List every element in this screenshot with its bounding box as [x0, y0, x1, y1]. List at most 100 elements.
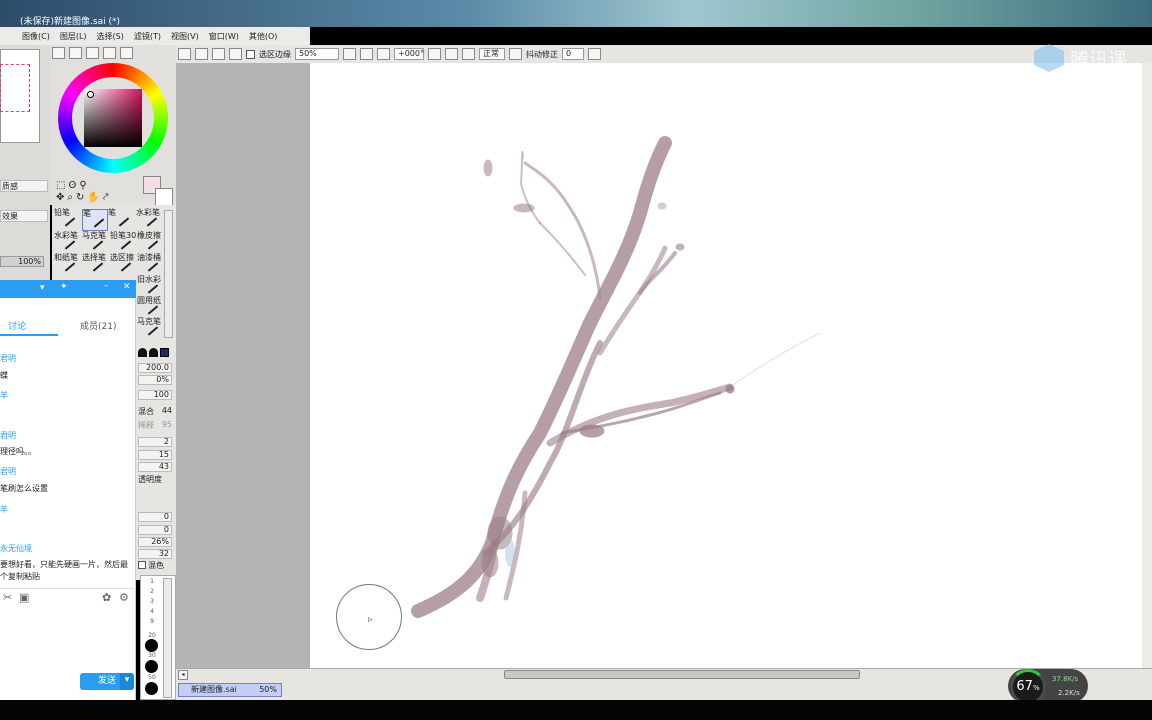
param-field-4[interactable]: 0: [138, 512, 172, 522]
square-brush-shape-icon[interactable]: [160, 348, 169, 357]
send-options-dropdown[interactable]: ▾: [120, 673, 134, 690]
blending-row[interactable]: 混合 44: [138, 406, 172, 416]
param-field-2[interactable]: 15: [138, 450, 172, 460]
tool-select-eraser[interactable]: 选区擦: [110, 254, 140, 276]
minimize-icon[interactable]: –: [104, 281, 109, 291]
zoom-reset-button[interactable]: [377, 48, 390, 60]
effect-select[interactable]: 效果: [0, 210, 48, 222]
param-field-5[interactable]: 0: [138, 525, 172, 535]
tool-eraser[interactable]: 橡皮擦: [137, 232, 167, 254]
tool-pen[interactable]: 笔: [108, 209, 134, 231]
color-wheel-mode-button[interactable]: [52, 47, 65, 59]
image-icon[interactable]: ▣: [19, 591, 29, 604]
invert-button[interactable]: [229, 48, 242, 60]
mix-color-row[interactable]: 混色: [138, 560, 172, 570]
zoom-in-button[interactable]: [360, 48, 373, 60]
file-tab[interactable]: 新建图像.sai 50%: [178, 683, 282, 697]
texture-select[interactable]: 质感: [0, 180, 48, 192]
hsv-slider-mode-button[interactable]: [86, 47, 99, 59]
min-size-field[interactable]: 0%: [138, 375, 172, 385]
menu-image[interactable]: 图像(C): [22, 31, 50, 42]
flat-brush-shape-icon[interactable]: [149, 348, 158, 357]
rotate-tool-icon[interactable]: ↻: [76, 192, 87, 203]
keep-opacity-label[interactable]: 透明度: [138, 474, 172, 484]
tool-washi[interactable]: 和纸笔: [54, 254, 84, 276]
zoom-tool-icon[interactable]: ⌕: [67, 192, 76, 203]
size-preset-4[interactable]: 4: [144, 608, 160, 618]
size-preset-1[interactable]: 1: [144, 578, 160, 588]
dilution-row[interactable]: 稀释 95: [138, 420, 172, 430]
wand-tool-icon[interactable]: ⚲: [79, 180, 89, 191]
background-color-swatch[interactable]: [155, 188, 173, 206]
menu-select[interactable]: 选择(S): [97, 31, 124, 42]
tool-pencil[interactable]: 铅笔: [54, 209, 80, 231]
pin-icon[interactable]: ✦: [60, 282, 68, 292]
vertical-scrollbar[interactable]: [1142, 63, 1152, 668]
tab-members[interactable]: 成员(21): [80, 319, 116, 332]
hand-tool-icon[interactable]: ✋: [87, 192, 102, 203]
menu-view[interactable]: 视图(V): [171, 31, 199, 42]
rotate-left-button[interactable]: [428, 48, 441, 60]
brush-size-field[interactable]: 200.0: [138, 363, 172, 373]
menu-filter[interactable]: 滤镜(T): [134, 31, 161, 42]
param-field-6[interactable]: 26%: [138, 537, 172, 547]
move-tool-icon[interactable]: ✥: [56, 192, 67, 203]
tool-marker-2[interactable]: 马克笔: [137, 318, 167, 340]
tool-pencil-30[interactable]: 铅笔30: [110, 232, 140, 254]
blend-mode-select[interactable]: 正常: [479, 48, 505, 60]
close-icon[interactable]: ✕: [123, 282, 131, 292]
layer-opacity-bar[interactable]: 100%: [0, 256, 44, 267]
chevron-down-icon[interactable]: ▾: [40, 283, 45, 293]
density-field[interactable]: 100: [138, 390, 172, 400]
menu-layer[interactable]: 图层(L): [60, 31, 87, 42]
scroll-left-button[interactable]: ◂: [178, 670, 188, 680]
gear-icon[interactable]: ⚙: [119, 591, 129, 604]
tool-select-pen[interactable]: 选择笔: [82, 254, 112, 276]
rotate-reset-button[interactable]: [462, 48, 475, 60]
deselect-button[interactable]: [195, 48, 208, 60]
tool-paper[interactable]: 圆用纸: [137, 297, 167, 319]
flower-icon[interactable]: ✿: [102, 591, 111, 604]
zoom-field[interactable]: 50%: [295, 48, 339, 60]
tool-bucket[interactable]: 油漆桶: [137, 254, 167, 276]
stabilizer-select[interactable]: 0: [562, 48, 584, 60]
eyedropper-tool-icon[interactable]: ⤤: [103, 192, 112, 203]
size-preset-9[interactable]: 9: [144, 618, 160, 632]
tool-pen-selected[interactable]: 笔: [82, 209, 108, 231]
tool-old-watercolor[interactable]: 旧水彩: [137, 276, 167, 298]
param-field-3[interactable]: 43: [138, 462, 172, 472]
zoom-out-button[interactable]: [343, 48, 356, 60]
scratchpad-mode-button[interactable]: [120, 47, 133, 59]
scissors-icon[interactable]: ✂: [3, 591, 12, 604]
mix-color-checkbox[interactable]: [138, 561, 146, 569]
horizontal-scrollbar-thumb[interactable]: [504, 670, 860, 679]
tool-watercolor[interactable]: 水彩笔: [136, 209, 166, 231]
crop-button[interactable]: [212, 48, 225, 60]
tool-watercolor-2[interactable]: 水彩笔: [54, 232, 84, 254]
swatch-mode-button[interactable]: [103, 47, 116, 59]
chat-input[interactable]: [0, 608, 134, 668]
marquee-tool-icon[interactable]: ⬚: [56, 180, 68, 191]
menu-other[interactable]: 其他(O): [249, 31, 278, 42]
size-preset-2[interactable]: 2: [144, 588, 160, 598]
flip-button[interactable]: [509, 48, 522, 60]
tool-marker[interactable]: 马克笔: [82, 232, 112, 254]
tab-discuss[interactable]: 讨论: [8, 319, 26, 332]
round-brush-shape-icon[interactable]: [138, 348, 147, 357]
saturation-value-square[interactable]: [84, 89, 142, 147]
angle-field[interactable]: +000°: [394, 48, 424, 60]
rgb-slider-mode-button[interactable]: [69, 47, 82, 59]
drawing-canvas[interactable]: [310, 63, 1142, 668]
rotate-right-button[interactable]: [445, 48, 458, 60]
color-picker-handle[interactable]: [87, 91, 94, 98]
brush-size-scrollbar[interactable]: [163, 578, 172, 698]
lasso-tool-icon[interactable]: ʘ: [68, 180, 79, 191]
select-all-button[interactable]: [178, 48, 191, 60]
stabilizer-dropdown[interactable]: [588, 48, 601, 60]
menu-window[interactable]: 窗口(W): [209, 31, 239, 42]
param-field-1[interactable]: 2: [138, 437, 172, 447]
tool-grid-scrollbar[interactable]: [164, 210, 173, 338]
size-preset-3[interactable]: 3: [144, 598, 160, 608]
selection-edge-checkbox[interactable]: [246, 49, 255, 59]
param-field-7[interactable]: 32: [138, 549, 172, 559]
